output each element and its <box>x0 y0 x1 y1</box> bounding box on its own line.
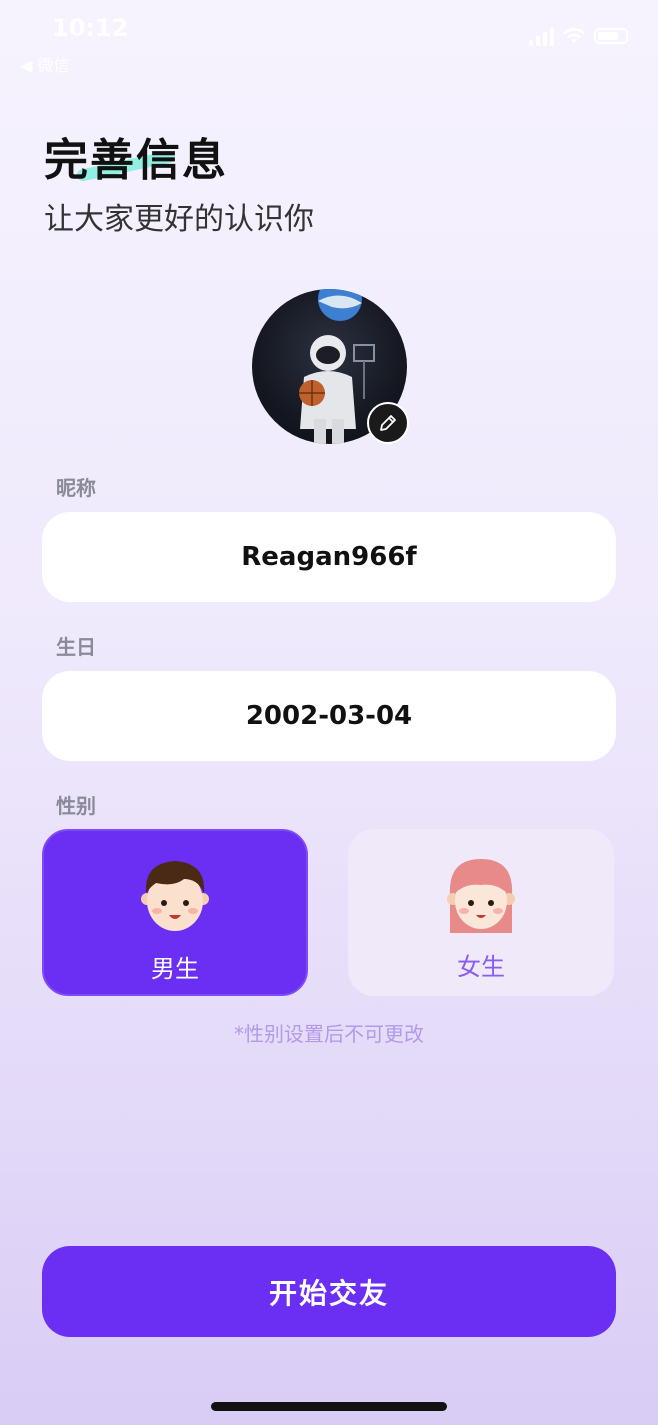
gender-female-label: 女生 <box>457 953 505 981</box>
birthday-field[interactable]: 2002-03-04 <box>42 671 616 761</box>
nickname-label: 昵称 <box>56 476 96 500</box>
birthday-label: 生日 <box>56 635 96 659</box>
nickname-field[interactable]: Reagan966f <box>42 512 616 602</box>
gender-male-label: 男生 <box>151 955 199 983</box>
wifi-icon <box>563 27 585 43</box>
start-making-friends-button[interactable]: 开始交友 <box>42 1246 616 1337</box>
page-title: 完善信息 <box>44 135 228 186</box>
pencil-icon <box>380 415 396 431</box>
page-subtitle: 让大家更好的认识你 <box>44 202 314 237</box>
signal-icon <box>529 26 554 46</box>
home-indicator[interactable] <box>211 1402 447 1411</box>
boy-face-icon <box>141 861 209 931</box>
gender-note: *性别设置后不可更改 <box>234 1022 424 1046</box>
system-icons <box>529 26 628 46</box>
edit-avatar-button[interactable] <box>367 402 409 444</box>
gender-option-female[interactable]: 女生 <box>348 829 614 996</box>
back-to-wechat-link[interactable]: ◀ 微信 <box>20 52 69 76</box>
status-time: 10:12 <box>52 14 129 42</box>
avatar-picker[interactable] <box>252 289 409 444</box>
status-bar: 10:12 ◀ 微信 <box>0 0 658 80</box>
gender-label: 性别 <box>56 794 96 818</box>
battery-icon <box>594 28 628 44</box>
girl-face-icon <box>447 859 515 933</box>
gender-option-male[interactable]: 男生 <box>42 829 308 996</box>
